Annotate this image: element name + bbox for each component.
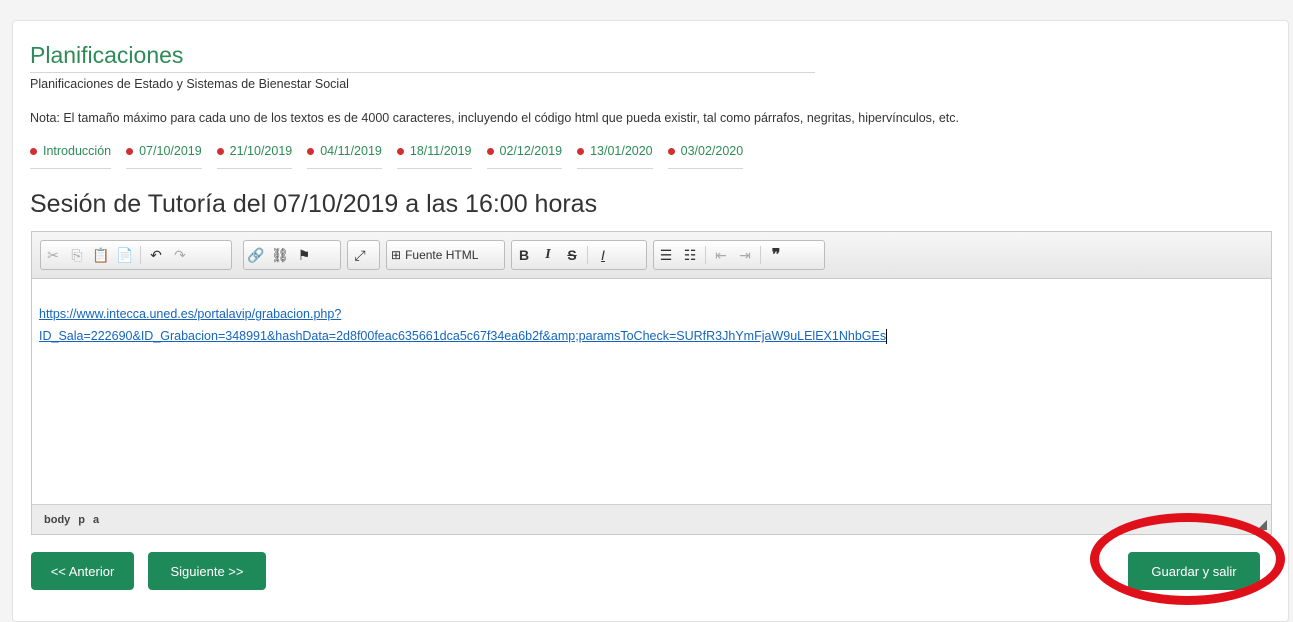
outdent-icon[interactable]: ⇤ — [710, 244, 732, 266]
path-body[interactable]: body — [44, 514, 70, 526]
date-link[interactable]: 04/11/2019 — [307, 144, 382, 169]
separator — [705, 246, 706, 264]
date-link[interactable]: 13/01/2020 — [577, 144, 653, 169]
resize-handle[interactable] — [1257, 520, 1267, 530]
separator — [587, 246, 588, 264]
link-group: 🔗 ⛓ ⚑ — [243, 240, 341, 270]
bulleted-list-icon[interactable]: ☷ — [679, 244, 701, 266]
remove-format-icon[interactable]: I — [592, 244, 614, 266]
copy-icon[interactable]: ⎘ — [66, 244, 88, 266]
date-link[interactable]: 21/10/2019 — [216, 144, 293, 169]
anchor-icon[interactable]: ⚑ — [293, 244, 315, 266]
date-link[interactable]: 18/11/2019 — [396, 144, 472, 169]
bullet-icon — [216, 148, 224, 155]
page-title: Planificaciones — [30, 42, 815, 73]
redo-icon[interactable]: ↷ — [169, 244, 191, 266]
link-icon[interactable]: 🔗 — [245, 244, 267, 266]
date-link[interactable]: 07/10/2019 — [126, 144, 202, 169]
text-cursor — [886, 329, 888, 345]
bullet-icon — [667, 148, 675, 155]
bullet-icon — [486, 148, 494, 155]
next-button[interactable]: Siguiente >> — [148, 552, 266, 590]
editor-content[interactable]: https://www.intecca.uned.es/portalavip/g… — [32, 279, 1271, 371]
italic-icon[interactable]: I — [537, 244, 559, 266]
path-p[interactable]: p — [78, 514, 85, 526]
bullet-icon — [30, 148, 37, 155]
separator — [140, 246, 141, 264]
separator — [760, 246, 761, 264]
list-group: ☰ ☷ ⇤ ⇥ ❞ — [653, 240, 825, 270]
undo-icon[interactable]: ↶ — [145, 244, 167, 266]
numbered-list-icon[interactable]: ☰ — [655, 244, 677, 266]
editor-toolbar: ✂ ⎘ 📋 📄 ↶ ↷ 🔗 ⛓ ⚑ ⤢ ⊞ Fuente HTML B I S I… — [32, 232, 1271, 279]
source-html-button[interactable]: ⊞ Fuente HTML — [387, 248, 482, 262]
source-group: ⊞ Fuente HTML — [386, 240, 505, 270]
cut-icon[interactable]: ✂ — [42, 244, 64, 266]
bullet-icon — [396, 148, 404, 155]
paste-icon[interactable]: 📋 — [90, 244, 112, 266]
paste-word-icon[interactable]: 📄 — [114, 244, 136, 266]
session-title: Sesión de Tutoría del 07/10/2019 a las 1… — [30, 190, 598, 218]
size-note: Nota: El tamaño máximo para cada uno de … — [30, 111, 959, 125]
recording-link[interactable]: https://www.intecca.uned.es/portalavip/g… — [39, 307, 886, 343]
bullet-icon — [126, 148, 134, 155]
date-link-intro[interactable]: Introducción — [30, 144, 112, 169]
clipboard-group: ✂ ⎘ 📋 📄 ↶ ↷ — [40, 240, 232, 270]
maximize-group: ⤢ — [347, 240, 380, 270]
date-link[interactable]: 02/12/2019 — [486, 144, 563, 169]
bullet-icon — [307, 148, 315, 155]
save-exit-button[interactable]: Guardar y salir — [1128, 552, 1260, 590]
source-icon: ⊞ — [391, 248, 402, 262]
maximize-icon[interactable]: ⤢ — [349, 244, 371, 266]
bullet-icon — [577, 148, 585, 155]
date-link[interactable]: 03/02/2020 — [667, 144, 744, 169]
blockquote-icon[interactable]: ❞ — [765, 244, 787, 266]
previous-button[interactable]: << Anterior — [31, 552, 134, 590]
unlink-icon[interactable]: ⛓ — [269, 244, 291, 266]
rich-text-editor: ✂ ⎘ 📋 📄 ↶ ↷ 🔗 ⛓ ⚑ ⤢ ⊞ Fuente HTML B I S I… — [31, 231, 1272, 535]
element-path-bar: body p a — [32, 504, 1271, 534]
page-subtitle: Planificaciones de Estado y Sistemas de … — [30, 77, 349, 91]
strikethrough-icon[interactable]: S — [561, 244, 583, 266]
path-a[interactable]: a — [93, 514, 99, 526]
format-group: B I S I — [511, 240, 647, 270]
indent-icon[interactable]: ⇥ — [734, 244, 756, 266]
bold-icon[interactable]: B — [513, 244, 535, 266]
date-nav: Introducción 07/10/2019 21/10/2019 04/11… — [30, 144, 744, 169]
